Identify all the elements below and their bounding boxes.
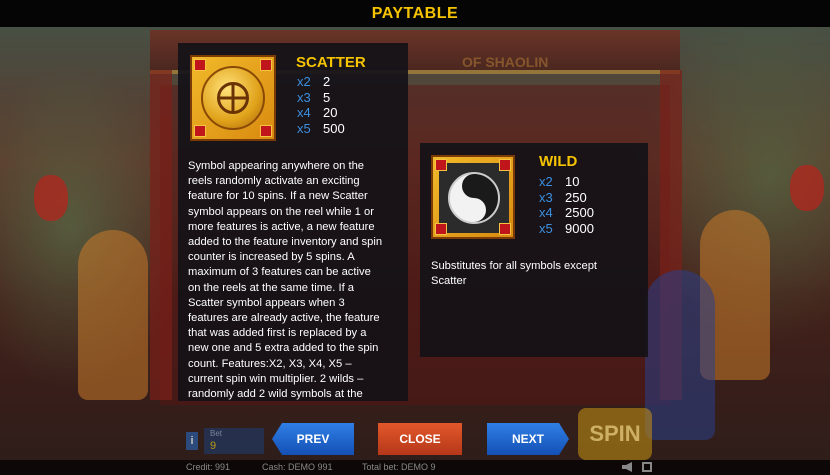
- coin-icon: [201, 66, 265, 130]
- total-bet-readout: Total bet: DEMO 9: [362, 462, 436, 472]
- pay-value: 2: [323, 74, 331, 89]
- pay-multiplier: x5: [539, 220, 553, 236]
- pay-value: 250: [565, 189, 587, 205]
- frame-corner: [435, 223, 447, 235]
- frame-corner: [194, 59, 206, 71]
- pay-multiplier: x5: [297, 120, 311, 136]
- title-bar: PAYTABLE: [0, 0, 830, 27]
- description-line: Substitutes for all symbols except: [431, 260, 598, 272]
- bet-label: Bet: [210, 429, 223, 438]
- wild-title: WILD: [539, 153, 578, 170]
- spin-button[interactable]: SPIN: [578, 408, 652, 460]
- info-button[interactable]: i: [186, 432, 198, 450]
- description-line: counter is increased by 5 spins. A: [188, 251, 355, 264]
- pay-row: x2 2: [297, 74, 345, 90]
- description-line: reels randomly activate an exciting: [188, 175, 360, 188]
- pay-row: x2 10: [539, 174, 594, 190]
- cash-readout: Cash: DEMO 991: [262, 462, 333, 472]
- monk-figure: [78, 230, 148, 400]
- description-line: randomly add 2 wild symbols at the: [188, 388, 363, 401]
- prev-button[interactable]: PREV: [272, 423, 354, 455]
- frame-corner: [194, 125, 206, 137]
- pay-value: 5: [323, 89, 331, 105]
- page-title: PAYTABLE: [371, 4, 459, 22]
- frame-corner: [260, 59, 272, 71]
- description-line: count. Features:X2, X3, X4, X5 –: [188, 357, 352, 370]
- description-line: more features is active, a new feature: [188, 220, 375, 233]
- scatter-symbol: [190, 55, 276, 141]
- frame-corner: [499, 159, 511, 171]
- scatter-title: SCATTER: [296, 54, 366, 71]
- description-line: Symbol appearing anywhere on the: [188, 160, 365, 172]
- scatter-paytable: x2 2 x3 5 x4 20 x5 500: [297, 74, 345, 136]
- wild-symbol: [431, 155, 515, 239]
- pay-value: 20: [323, 105, 338, 120]
- description-line: symbol appears on the reel while 1 or: [188, 205, 374, 218]
- background-logo: OF SHAOLIN: [462, 54, 549, 70]
- status-bar: Credit: 991 Cash: DEMO 991 Total bet: DE…: [0, 460, 830, 475]
- description-line: new one and 5 extra added to the spin: [188, 342, 379, 355]
- pay-multiplier: x4: [539, 205, 553, 220]
- pay-row: x3 250: [539, 190, 594, 206]
- credit-readout: Credit: 991: [186, 462, 231, 472]
- scatter-panel[interactable]: SCATTER x2 2 x3 5 x4 20 x5 500 Symbol appear…: [178, 43, 408, 401]
- pay-value: 2500: [565, 205, 594, 220]
- pay-multiplier: x2: [297, 74, 311, 89]
- description-line: features are already active, the feature: [188, 312, 380, 325]
- next-button[interactable]: NEXT: [487, 423, 569, 455]
- frame-corner: [260, 125, 272, 137]
- description-line: Scatter: [431, 275, 467, 288]
- bet-value: 9: [210, 440, 217, 452]
- pay-row: x3 5: [297, 90, 345, 106]
- pay-multiplier: x2: [539, 174, 553, 189]
- close-button[interactable]: CLOSE: [378, 423, 462, 455]
- description-line: feature for 10 spins. If a new Scatter: [188, 190, 368, 203]
- description-line: current spin win multiplier. 2 wilds –: [188, 372, 364, 385]
- description-line: maximum of 3 features can be active: [188, 266, 371, 279]
- dharma-wheel-icon: [217, 82, 249, 114]
- pay-multiplier: x3: [539, 189, 553, 205]
- frame-corner: [499, 223, 511, 235]
- frame-corner: [435, 159, 447, 171]
- description-line: Scatter symbol appears when 3: [188, 296, 345, 309]
- lantern: [790, 165, 824, 211]
- pay-value: 10: [565, 174, 580, 189]
- lantern: [34, 175, 68, 221]
- pay-value: 500: [323, 120, 345, 136]
- wild-panel: WILD x2 10 x3 250 x4 2500 x5 9000 Substitute…: [420, 143, 648, 357]
- monk-figure: [645, 270, 715, 440]
- description-line: added to the feature inventory and spin: [188, 236, 383, 249]
- scatter-description: Symbol appearing anywhere on the reels r…: [188, 159, 402, 401]
- fullscreen-icon[interactable]: [642, 462, 652, 472]
- pay-row: x4 20: [297, 105, 345, 121]
- description-line: that was added first is replaced by a: [188, 327, 367, 340]
- pay-multiplier: x3: [297, 89, 311, 105]
- wild-paytable: x2 10 x3 250 x4 2500 x5 9000: [539, 174, 594, 236]
- yin-yang-dragon-icon: [448, 172, 500, 224]
- pay-multiplier: x4: [297, 105, 311, 120]
- pay-row: x4 2500: [539, 205, 594, 221]
- pay-value: 9000: [565, 220, 594, 236]
- temple-pillar: [150, 70, 172, 400]
- description-line: on the reels at the same time. If a: [188, 281, 355, 294]
- pay-row: x5 9000: [539, 221, 594, 237]
- pay-row: x5 500: [297, 121, 345, 137]
- wild-description: Substitutes for all symbols except Scatt…: [431, 259, 641, 289]
